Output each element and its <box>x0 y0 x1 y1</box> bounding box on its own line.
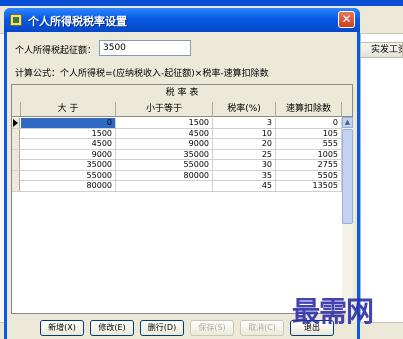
delete-row-button[interactable]: 删行(D) <box>140 320 184 336</box>
cell-rate[interactable]: 30 <box>213 160 276 170</box>
close-button[interactable]: ✕ <box>338 11 355 28</box>
cell-greater-than[interactable]: 1500 <box>21 128 116 139</box>
cell-less-or-equal[interactable]: 1500 <box>116 118 213 128</box>
col-header-greater-than[interactable]: 大 于 <box>21 102 116 117</box>
cell-deduction[interactable]: 13505 <box>276 181 342 191</box>
cell-deduction[interactable]: 1005 <box>276 149 342 160</box>
cell-deduction[interactable]: 0 <box>276 118 342 128</box>
table-row[interactable]: 55000 80000 35 5505 <box>12 170 342 181</box>
cell-rate[interactable]: 25 <box>213 149 276 160</box>
add-button[interactable]: 新增(X) <box>40 320 84 336</box>
cell-greater-than[interactable]: 4500 <box>21 139 116 149</box>
cell-greater-than[interactable]: 35000 <box>21 160 116 170</box>
cell-less-or-equal[interactable]: 35000 <box>116 149 213 160</box>
cell-rate[interactable]: 35 <box>213 170 276 181</box>
cell-deduction[interactable]: 105 <box>276 128 342 139</box>
scrollbar-thumb[interactable] <box>342 129 353 224</box>
cell-rate[interactable]: 3 <box>213 118 276 128</box>
header-corner <box>12 102 21 117</box>
col-header-rate[interactable]: 税率(%) <box>213 102 276 117</box>
table-row[interactable]: 9000 35000 25 1005 <box>12 149 342 160</box>
app-icon <box>10 14 22 26</box>
start-amount-input[interactable]: 3500 <box>99 40 191 56</box>
save-button[interactable]: 保存(S) <box>190 320 234 336</box>
cell-deduction[interactable]: 2755 <box>276 160 342 170</box>
scroll-up-arrow-icon[interactable]: ▲ <box>342 117 353 128</box>
vertical-scrollbar[interactable]: ▲ <box>342 117 353 314</box>
dialog-title: 个人所得税税率设置 <box>28 15 127 28</box>
row-indicator[interactable] <box>12 181 20 191</box>
dialog-titlebar[interactable]: 个人所得税税率设置 ✕ <box>4 8 360 32</box>
col-header-less-or-equal[interactable]: 小于等于 <box>116 102 213 117</box>
watermark-logo: 最需网 <box>292 295 374 328</box>
cell-deduction[interactable]: 5505 <box>276 170 342 181</box>
cancel-button[interactable]: 取消(C) <box>240 320 284 336</box>
table-header: 大 于 小于等于 税率(%) 速算扣除数 <box>12 102 352 117</box>
start-amount-label: 个人所得税起征额： <box>15 46 97 56</box>
cell-less-or-equal[interactable] <box>116 181 213 191</box>
cell-greater-than[interactable]: 55000 <box>21 170 116 181</box>
cell-deduction[interactable]: 555 <box>276 139 342 149</box>
cell-greater-than[interactable]: 80000 <box>21 181 116 191</box>
cell-rate[interactable]: 45 <box>213 181 276 191</box>
row-indicator[interactable] <box>12 149 20 160</box>
cell-less-or-equal[interactable]: 55000 <box>116 160 213 170</box>
col-header-deduction[interactable]: 速算扣除数 <box>276 102 342 117</box>
table-rows: 0 1500 3 0 1500 4500 10 105 4500 9000 20 555 9000 350… <box>12 118 342 192</box>
background-column-header[interactable]: 实发工资 <box>360 42 403 58</box>
table-row[interactable]: 1500 4500 10 105 <box>12 128 342 139</box>
table-row[interactable]: 4500 9000 20 555 <box>12 139 342 150</box>
tax-rate-table: 税 率 表 大 于 小于等于 税率(%) 速算扣除数 0 1500 3 0 1500 45… <box>11 84 353 314</box>
background-grid <box>360 34 403 324</box>
row-indicator[interactable] <box>12 170 20 181</box>
row-indicator[interactable] <box>12 160 20 170</box>
cell-less-or-equal[interactable]: 80000 <box>116 170 213 181</box>
cell-greater-than[interactable]: 9000 <box>21 149 116 160</box>
edit-button[interactable]: 修改(E) <box>90 320 134 336</box>
table-caption: 税 率 表 <box>12 85 352 102</box>
formula-text: 计算公式：个人所得税=(应纳税收入-起征额)×税率-速算扣除数 <box>15 69 269 79</box>
cell-less-or-equal[interactable]: 9000 <box>116 139 213 149</box>
cell-rate[interactable]: 20 <box>213 139 276 149</box>
row-indicator[interactable] <box>12 118 20 128</box>
cell-greater-than[interactable]: 0 <box>21 118 116 128</box>
table-row[interactable]: 35000 55000 30 2755 <box>12 160 342 171</box>
table-row[interactable]: 80000 45 13505 <box>12 181 342 192</box>
table-row[interactable]: 0 1500 3 0 <box>12 118 342 129</box>
cell-rate[interactable]: 10 <box>213 128 276 139</box>
cell-less-or-equal[interactable]: 4500 <box>116 128 213 139</box>
row-indicator[interactable] <box>12 139 20 149</box>
row-indicator[interactable] <box>12 128 20 139</box>
current-row-arrow-icon <box>13 119 18 127</box>
